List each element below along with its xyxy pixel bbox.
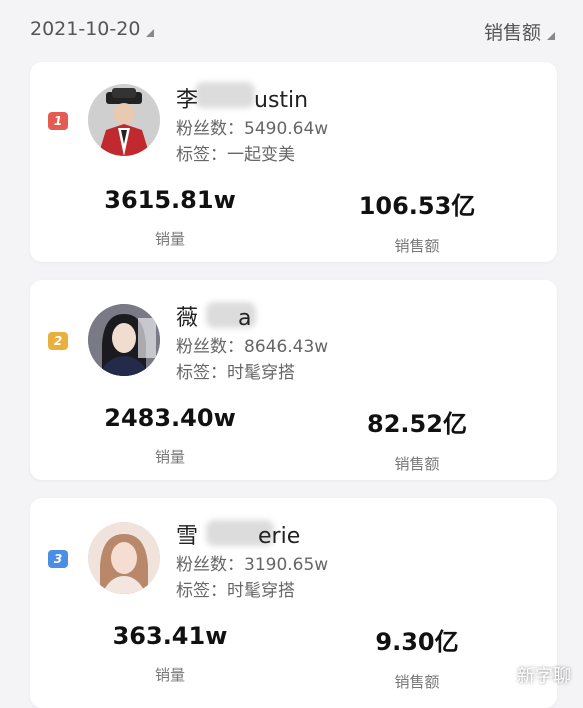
sales-amount-value: 9.30亿 <box>375 628 459 656</box>
tag-label: 标签：时髦穿搭 <box>176 581 295 601</box>
avatar-image <box>88 84 160 156</box>
fan-count: 粉丝数：8646.43w <box>176 337 329 357</box>
sales-volume-label: 销量 <box>154 666 185 684</box>
sales-amount-value: 82.52亿 <box>367 410 467 438</box>
sales-volume-label: 销量 <box>154 230 185 248</box>
fan-count: 粉丝数：3190.65w <box>176 555 329 575</box>
fan-count: 粉丝数：5490.64w <box>176 119 329 139</box>
rank-badge: 2 <box>48 332 68 350</box>
tag-label: 标签：时髦穿搭 <box>176 363 295 383</box>
dropdown-triangle-icon <box>547 31 555 40</box>
sort-filter-label: 销售额 <box>483 22 541 44</box>
streamer-name: 雪 erie <box>176 524 301 549</box>
sales-volume-value: 363.41w <box>112 622 228 650</box>
sales-volume-stat: 363.41w 销量 <box>70 622 270 685</box>
ranking-card-2[interactable]: 2 薇a 粉丝数：8646.43w 标签：时髦穿搭 2483.40w 销量 82… <box>30 280 557 480</box>
sales-amount-label: 销售额 <box>394 237 440 255</box>
sales-volume-value: 3615.81w <box>104 186 236 214</box>
sales-volume-stat: 3615.81w 销量 <box>70 186 270 249</box>
sales-amount-label: 销售额 <box>394 673 440 691</box>
avatar-image <box>88 522 160 594</box>
tag-label: 标签：一起变美 <box>176 145 295 165</box>
ranking-card-1[interactable]: 1 李 ustin 粉丝数：5490.64w 标签：一起变美 3615.81w 销… <box>30 62 557 262</box>
sales-amount-stat: 9.30亿 销售额 <box>317 622 517 692</box>
top-bar: 2021-10-20 销售额 <box>0 0 583 60</box>
rank-badge: 1 <box>48 112 68 130</box>
sales-volume-label: 销量 <box>154 448 185 466</box>
avatar <box>88 304 160 376</box>
sales-amount-value: 106.53亿 <box>358 192 476 220</box>
sales-amount-stat: 106.53亿 销售额 <box>317 186 517 256</box>
ranking-card-3[interactable]: 3 雪 erie 粉丝数：3190.65w 标签：时髦穿搭 363.41w 销量 … <box>30 498 557 708</box>
rank-badge: 3 <box>48 550 68 568</box>
sales-amount-stat: 82.52亿 销售额 <box>317 404 517 474</box>
sort-filter[interactable]: 销售额 <box>484 18 555 45</box>
sales-amount-label: 销售额 <box>394 455 440 473</box>
avatar <box>88 84 160 156</box>
sales-volume-stat: 2483.40w 销量 <box>70 404 270 467</box>
date-filter-label: 2021-10-20 <box>30 18 141 40</box>
streamer-name: 薇a <box>176 306 252 331</box>
streamer-name: 李 ustin <box>176 88 309 113</box>
dropdown-triangle-icon <box>146 29 155 37</box>
date-filter[interactable]: 2021-10-20 <box>30 18 155 40</box>
sales-volume-value: 2483.40w <box>104 404 236 432</box>
watermark: 新字聊 <box>517 666 571 687</box>
avatar-image <box>88 304 160 376</box>
avatar <box>88 522 160 594</box>
